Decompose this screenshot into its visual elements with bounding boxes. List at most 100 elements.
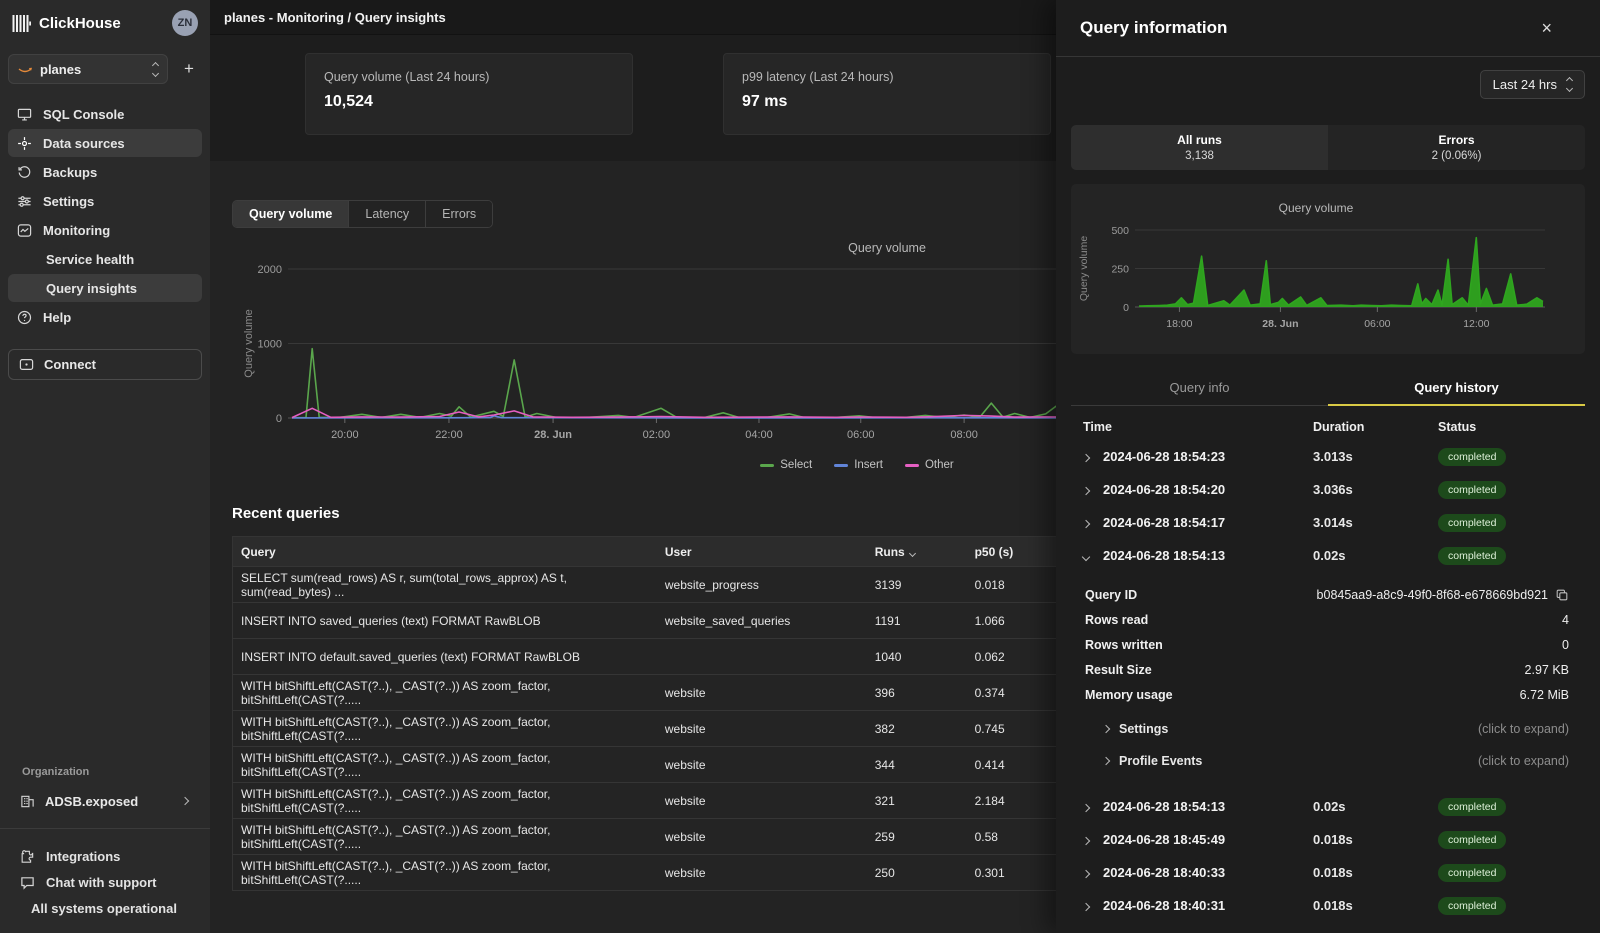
sql-console-icon (16, 107, 32, 122)
user-cell: website (657, 819, 867, 855)
segment-errors[interactable]: Errors2 (0.06%) (1328, 125, 1585, 170)
sidebar-item-sql-console[interactable]: SQL Console (8, 100, 202, 128)
clickhouse-logo-icon (12, 14, 31, 33)
history-row[interactable]: 2024-06-28 18:40:31 0.018s completed (1071, 889, 1585, 922)
history-row[interactable]: 2024-06-28 18:54:13 0.02s completed (1071, 539, 1585, 572)
segment-label: All runs (1177, 133, 1222, 147)
mini-line-chart: 025050018:0028. Jun06:0012:00Query volum… (1071, 184, 1547, 354)
footer-item-chat-with-support[interactable]: Chat with support (0, 869, 210, 895)
x-tick-label: 08:00 (950, 429, 978, 441)
y-tick-label: 1000 (258, 339, 282, 351)
table-row[interactable]: WITH bitShiftLeft(CAST(?..), _CAST(?..))… (233, 783, 1062, 819)
expand-chevron-icon[interactable] (1083, 449, 1103, 464)
column-header-query[interactable]: Query (233, 537, 657, 567)
sidebar-item-query-insights[interactable]: Query insights (8, 274, 202, 302)
runs-cell: 1191 (867, 603, 967, 639)
workspace-name: planes (40, 62, 145, 77)
sidebar-item-help[interactable]: Help (8, 303, 202, 331)
expandable-profile-events[interactable]: Profile Events(click to expand) (1071, 745, 1585, 777)
status-badge: completed (1438, 897, 1506, 915)
organization-icon (20, 794, 35, 809)
time-range-select[interactable]: Last 24 hrs (1480, 70, 1585, 99)
expand-chevron-icon[interactable] (1083, 865, 1103, 880)
table-row[interactable]: WITH bitShiftLeft(CAST(?..), _CAST(?..))… (233, 747, 1062, 783)
footer-item-label: Integrations (46, 849, 120, 864)
runs-cell: 1040 (867, 639, 967, 675)
connect-button[interactable]: Connect (8, 349, 202, 380)
table-row[interactable]: SELECT sum(read_rows) AS r, sum(total_ro… (233, 567, 1062, 603)
stat-label: p99 latency (Last 24 hours) (742, 70, 1032, 84)
expand-chevron-icon (1102, 757, 1110, 765)
history-status: completed (1438, 514, 1506, 532)
panel-tab-query-info[interactable]: Query info (1071, 372, 1328, 405)
footer-item-all-systems-operational[interactable]: All systems operational (0, 895, 210, 921)
expand-chevron-icon[interactable] (1083, 898, 1103, 913)
close-icon[interactable]: × (1541, 19, 1552, 37)
expandable-settings[interactable]: Settings(click to expand) (1071, 713, 1585, 745)
column-header-runs[interactable]: Runs (867, 537, 967, 567)
workspace-select[interactable]: planes (8, 54, 168, 84)
expand-chevron-icon[interactable] (1083, 799, 1103, 814)
p50-cell: 0.062 (967, 639, 1062, 675)
history-rows-more: 2024-06-28 18:54:13 0.02s completed 2024… (1071, 790, 1585, 922)
stat-label: Query volume (Last 24 hours) (324, 70, 614, 84)
table-row[interactable]: WITH bitShiftLeft(CAST(?..), _CAST(?..))… (233, 819, 1062, 855)
history-row[interactable]: 2024-06-28 18:40:33 0.018s completed (1071, 856, 1585, 889)
history-status: completed (1438, 864, 1506, 882)
segment-value: 3,138 (1185, 150, 1214, 162)
table-row[interactable]: INSERT INTO default.saved_queries (text)… (233, 639, 1062, 675)
tab-query-volume[interactable]: Query volume (233, 201, 349, 227)
column-header-user[interactable]: User (657, 537, 867, 567)
tab-errors[interactable]: Errors (426, 201, 492, 227)
table-row[interactable]: WITH bitShiftLeft(CAST(?..), _CAST(?..))… (233, 855, 1062, 891)
add-service-button[interactable]: + (178, 59, 200, 79)
sidebar-item-data-sources[interactable]: Data sources (8, 129, 202, 157)
help-icon (16, 310, 32, 325)
expand-chevron-icon[interactable] (1083, 482, 1103, 497)
p50-cell: 0.301 (967, 855, 1062, 891)
history-row[interactable]: 2024-06-28 18:45:49 0.018s completed (1071, 823, 1585, 856)
collapse-chevron-icon[interactable] (1083, 548, 1103, 563)
table-row[interactable]: INSERT INTO saved_queries (text) FORMAT … (233, 603, 1062, 639)
organization-row[interactable]: ADSB.exposed (0, 786, 210, 816)
sidebar-item-backups[interactable]: Backups (8, 158, 202, 186)
table-row[interactable]: WITH bitShiftLeft(CAST(?..), _CAST(?..))… (233, 675, 1062, 711)
stat-value: 97 ms (742, 93, 1032, 111)
history-row[interactable]: 2024-06-28 18:54:17 3.014s completed (1071, 506, 1585, 539)
sidebar-item-monitoring[interactable]: Monitoring (8, 216, 202, 244)
query-cell: WITH bitShiftLeft(CAST(?..), _CAST(?..))… (233, 747, 657, 783)
legend-item-other[interactable]: Other (905, 459, 954, 471)
expand-chevron-icon[interactable] (1083, 515, 1103, 530)
query-details: Query IDb0845aa9-a8c9-49f0-8f68-e678669b… (1071, 582, 1585, 707)
expand-hint: (click to expand) (1202, 754, 1569, 768)
history-row[interactable]: 2024-06-28 18:54:23 3.013s completed (1071, 440, 1585, 473)
legend-item-insert[interactable]: Insert (834, 459, 883, 471)
avatar[interactable]: ZN (172, 10, 198, 36)
detail-value: 6.72 MiB (1173, 688, 1569, 702)
sidebar-item-service-health[interactable]: Service health (8, 245, 202, 273)
col-time: Time (1083, 420, 1313, 434)
divider (0, 828, 210, 829)
query-volume-card: Query volume (Last 24 hours) 10,524 (305, 53, 633, 135)
history-status: completed (1438, 831, 1506, 849)
footer-item-integrations[interactable]: Integrations (0, 843, 210, 869)
legend-item-select[interactable]: Select (760, 459, 812, 471)
p50-cell: 0.745 (967, 711, 1062, 747)
history-status: completed (1438, 481, 1506, 499)
copy-icon[interactable] (1555, 588, 1569, 602)
x-tick-label: 18:00 (1166, 318, 1192, 330)
user-cell: website (657, 783, 867, 819)
panel-tab-query-history[interactable]: Query history (1328, 372, 1585, 405)
expand-chevron-icon[interactable] (1083, 832, 1103, 847)
history-duration: 0.02s (1313, 799, 1438, 814)
column-header-p50-s-[interactable]: p50 (s) (967, 537, 1062, 567)
history-row[interactable]: 2024-06-28 18:54:20 3.036s completed (1071, 473, 1585, 506)
query-cell: INSERT INTO default.saved_queries (text)… (233, 639, 657, 675)
sidebar-item-settings[interactable]: Settings (8, 187, 202, 215)
history-time: 2024-06-28 18:54:23 (1103, 449, 1313, 464)
status-badge: completed (1438, 448, 1506, 466)
tab-latency[interactable]: Latency (349, 201, 426, 227)
segment-all-runs[interactable]: All runs 3,138 (1071, 125, 1328, 170)
table-row[interactable]: WITH bitShiftLeft(CAST(?..), _CAST(?..))… (233, 711, 1062, 747)
history-row[interactable]: 2024-06-28 18:54:13 0.02s completed (1071, 790, 1585, 823)
